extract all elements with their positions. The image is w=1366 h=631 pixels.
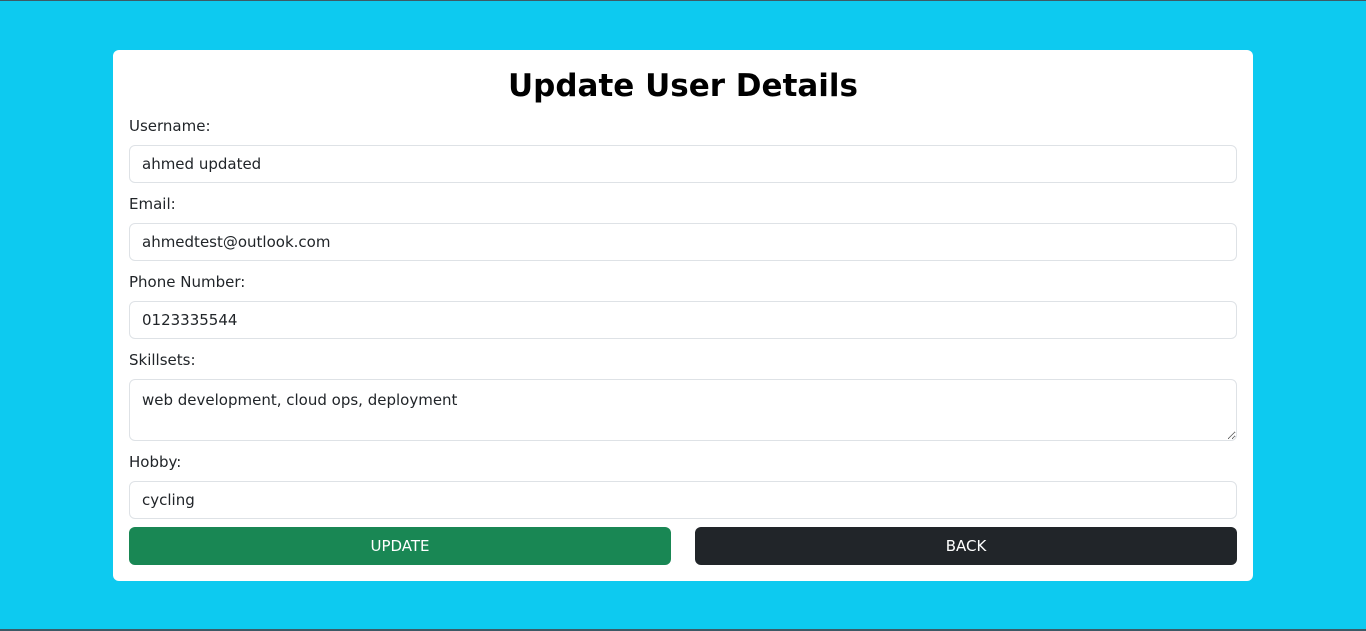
email-input[interactable] (129, 223, 1237, 261)
back-button[interactable]: BACK (695, 527, 1237, 565)
username-label: Username: (129, 117, 211, 135)
phone-number-input[interactable] (129, 301, 1237, 339)
phone-number-label: Phone Number: (129, 273, 246, 291)
username-input[interactable] (129, 145, 1237, 183)
skillsets-textarea[interactable]: web development, cloud ops, deployment (129, 379, 1237, 441)
hobby-input[interactable] (129, 481, 1237, 519)
skillsets-label: Skillsets: (129, 351, 196, 369)
email-label: Email: (129, 195, 176, 213)
hobby-label: Hobby: (129, 453, 182, 471)
page-title: Update User Details (507, 68, 859, 104)
window-top-border (0, 0, 1366, 1)
update-button[interactable]: UPDATE (129, 527, 671, 565)
